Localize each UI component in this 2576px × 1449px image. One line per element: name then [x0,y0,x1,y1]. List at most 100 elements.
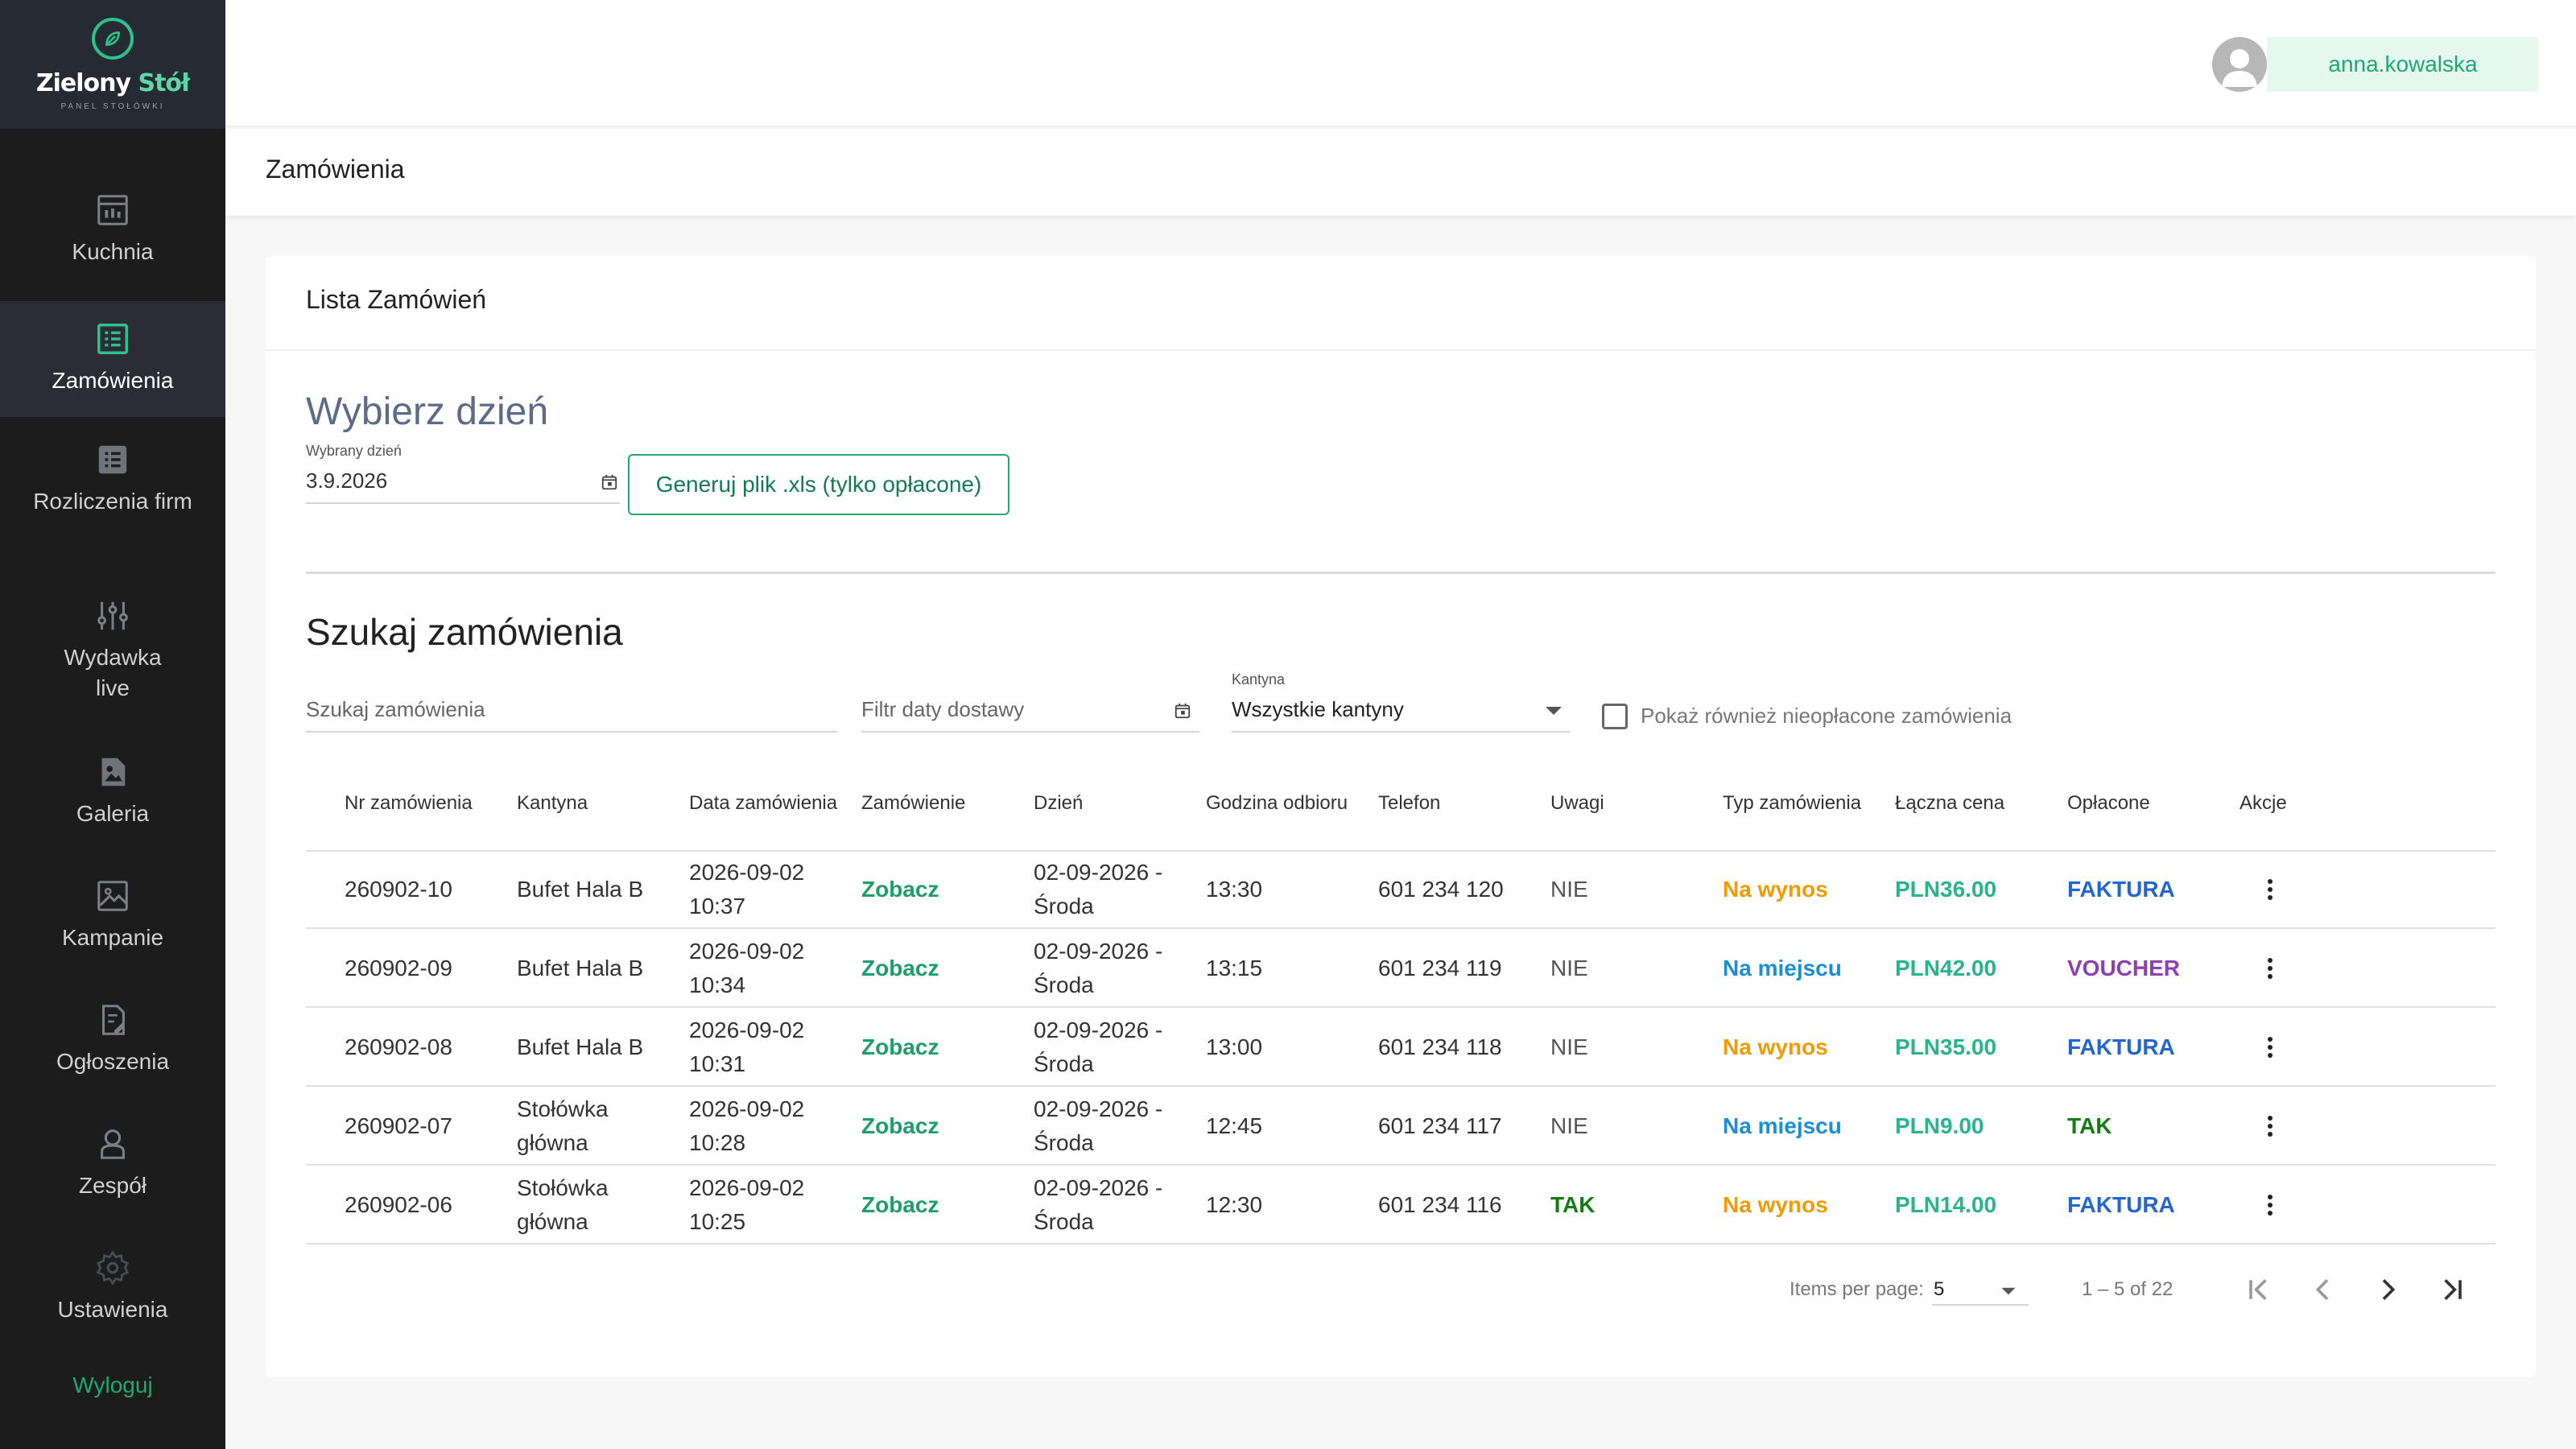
column-header-kantyna[interactable]: Kantyna [517,792,588,815]
column-header-oplacone[interactable]: Opłacone [2067,792,2150,815]
column-header-cena[interactable]: Łączna cena [1895,792,2004,815]
items-per-page-label: Items per page: [1790,1278,1924,1300]
cell-data: 2026-09-02 10:31 [689,1018,805,1076]
cell-uwagi: NIE [1550,1113,1588,1138]
view-order-link[interactable]: Zobacz [861,1030,939,1064]
page-title: Zamówienia [266,155,405,184]
column-header-telefon[interactable]: Telefon [1378,792,1440,815]
next-page-icon[interactable] [2372,1274,2404,1306]
sidebar-item-ogloszenia[interactable]: Ogłoszenia [0,1001,225,1077]
generate-xls-button[interactable]: Generuj plik .xls (tylko opłacone) [628,454,1009,515]
chevron-down-icon[interactable] [2000,1286,2017,1296]
sidebar-item-galeria[interactable]: Galeria [0,753,225,829]
image-icon [97,881,128,911]
sidebar-item-rozliczenia[interactable]: Rozliczenia firm [0,441,225,517]
cell-dzien: 02-09-2026 - Środa [1034,1096,1163,1155]
user-menu[interactable]: anna.kowalska [2267,37,2539,92]
sliders-icon [97,601,128,630]
column-header-uwagi[interactable]: Uwagi [1550,792,1604,815]
delivery-date-filter[interactable]: Filtr daty dostawy [861,697,1024,722]
sidebar-item-zespol[interactable]: Zespół [0,1125,225,1201]
date-field[interactable]: 3.9.2026 [306,469,387,493]
search-input[interactable]: Szukaj zamówienia [306,697,485,722]
cell-kantyna: Bufet Hala B [517,877,644,902]
cell-data: 2026-09-02 10:28 [689,1096,805,1155]
top-bar: anna.kowalska [225,0,2576,127]
cell-typ: Na miejscu [1723,1113,1842,1138]
document-edit-icon [101,1005,126,1035]
calendar-icon[interactable] [601,473,618,491]
cell-telefon: 601 234 120 [1378,877,1504,902]
brand-subtitle: PANEL STOŁÓWKI [60,102,165,111]
more-actions-icon[interactable] [2267,958,2273,982]
sidebar-item-ustawienia[interactable]: Ustawienia [0,1249,225,1325]
person-icon [101,1129,125,1159]
calendar-icon[interactable] [1174,702,1191,720]
sidebar-item-wydawka[interactable]: Wydawka live [0,597,225,704]
column-header-typ[interactable]: Typ zamówienia [1723,792,1861,815]
canteen-select[interactable]: Wszystkie kantyny [1232,697,1404,722]
avatar[interactable] [2212,37,2267,92]
sidebar-item-zamowienia[interactable]: Zamówienia [0,301,225,417]
view-order-link[interactable]: Zobacz [861,1188,939,1222]
cell-uwagi: NIE [1550,1034,1588,1059]
column-header-nr[interactable]: Nr zamówienia [345,792,473,815]
sidebar-item-label: Wydawka live [64,645,162,700]
more-actions-icon[interactable] [2267,1037,2273,1061]
brand-title: Zielony Stół [35,69,190,97]
date-field-label: Wybrany dzień [306,443,402,459]
column-header-zamowienie[interactable]: Zamówienie [861,792,965,815]
chevron-down-icon[interactable] [1544,705,1563,716]
column-header-dzien[interactable]: Dzień [1034,792,1083,815]
sidebar-item-label: Zespół [78,1173,147,1198]
view-order-link[interactable]: Zobacz [861,1109,939,1143]
sidebar-item-label: Ustawienia [57,1297,168,1322]
list-alt-icon [98,445,127,474]
last-page-icon[interactable] [2436,1274,2468,1306]
cell-oplacone: VOUCHER [2067,956,2181,980]
more-actions-icon[interactable] [2267,1116,2273,1140]
more-actions-icon[interactable] [2267,1195,2273,1219]
sidebar-item-kampanie[interactable]: Kampanie [0,877,225,953]
column-header-data[interactable]: Data zamówienia [689,792,837,815]
unpaid-checkbox[interactable] [1602,704,1628,729]
cell-typ: Na wynos [1723,1192,1828,1217]
column-header-godzina[interactable]: Godzina odbioru [1206,792,1348,815]
logout-link[interactable]: Wyloguj [0,1373,225,1398]
items-per-page-select[interactable]: 5 [1934,1278,1944,1301]
cell-nr: 260902-09 [345,956,452,980]
cell-typ: Na wynos [1723,1034,1828,1059]
cell-godzina: 13:00 [1206,1034,1263,1059]
cell-oplacone: FAKTURA [2067,877,2175,902]
cell-uwagi: NIE [1550,877,1588,902]
sidebar-item-label: Kuchnia [72,239,154,264]
card-title: Lista Zamówień [266,256,2536,351]
cell-dzien: 02-09-2026 - Środa [1034,939,1163,997]
cell-data: 2026-09-02 10:37 [689,860,805,919]
brand-logo[interactable]: Zielony Stół PANEL STOŁÓWKI [0,0,225,129]
more-actions-icon[interactable] [2267,879,2273,903]
cell-uwagi: TAK [1550,1192,1596,1217]
cell-telefon: 601 234 116 [1378,1192,1502,1217]
items-per-page-underline [1932,1304,2029,1306]
cell-nr: 260902-06 [345,1192,452,1217]
cell-cena: PLN35.00 [1895,1034,1997,1059]
view-order-link[interactable]: Zobacz [861,952,939,985]
sidebar-item-kuchnia[interactable]: Kuchnia [0,192,225,267]
view-order-link[interactable]: Zobacz [861,873,939,906]
sidebar-item-label: Kampanie [61,925,164,950]
cell-oplacone: FAKTURA [2067,1034,2175,1059]
previous-page-icon[interactable] [2307,1274,2339,1306]
cell-kantyna: Stołówka główna [517,1096,609,1155]
sidebar-item-label: Rozliczenia firm [33,489,192,514]
sidebar: Zielony Stół PANEL STOŁÓWKI Kuchnia Zamó… [0,0,225,1449]
column-header-akcje: Akcje [2240,792,2287,814]
breadcrumb: Zamówienia [225,129,2576,216]
first-page-icon[interactable] [2243,1274,2275,1306]
cell-data: 2026-09-02 10:34 [689,939,805,997]
cell-dzien: 02-09-2026 - Środa [1034,1018,1163,1076]
cell-nr: 260902-07 [345,1113,452,1138]
row-divider [306,1164,2496,1166]
row-divider [306,927,2496,929]
leaf-icon [92,18,134,60]
